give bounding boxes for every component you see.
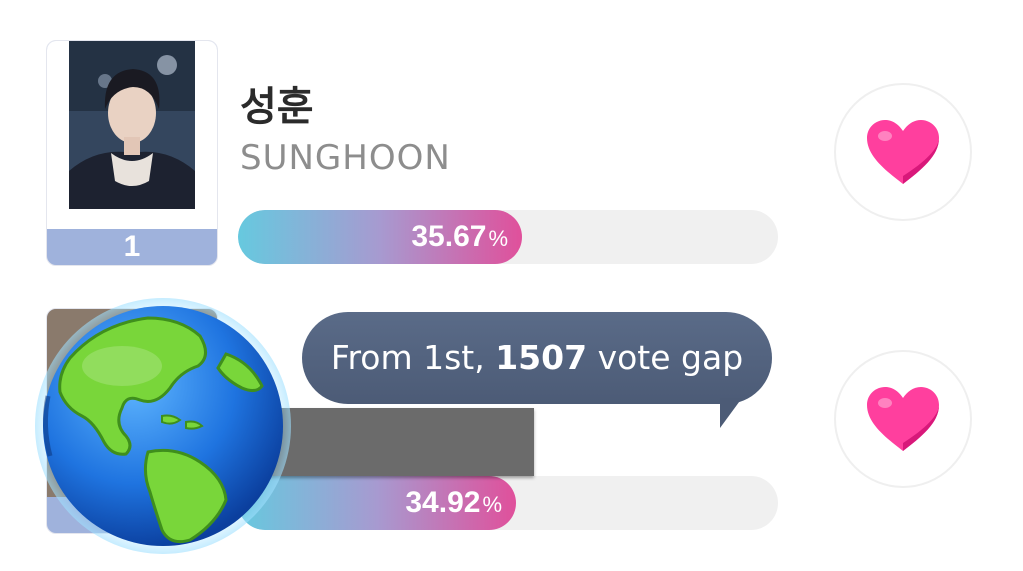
vote-gap-count: 1507 (495, 338, 588, 377)
heart-icon (867, 120, 939, 184)
tooltip-tail (720, 398, 742, 428)
tooltip-prefix: From 1st, (330, 338, 496, 377)
vote-share-bar: 34.92% (238, 476, 778, 530)
ranking-entry-1[interactable]: 1 성훈 SUNGHOON 35.67% (0, 0, 1023, 290)
vote-share-bar: 35.67% (238, 210, 778, 264)
vote-share-label: 35.67% (411, 210, 508, 264)
redaction-overlay (266, 408, 534, 476)
vote-share-fill: 35.67% (238, 210, 522, 264)
artist-name-english: SUNGHOON (240, 138, 451, 178)
vote-button[interactable] (834, 350, 972, 488)
globe-icon (35, 298, 291, 554)
artist-name-korean: 성훈 (240, 85, 314, 129)
artist-photo (47, 41, 217, 229)
artist-thumbnail[interactable]: 1 (46, 40, 218, 266)
tooltip-suffix: vote gap (587, 338, 744, 377)
percent-unit: % (488, 226, 508, 251)
vote-share-value: 34.92 (405, 486, 481, 519)
vote-gap-tooltip: From 1st, 1507 vote gap (302, 312, 772, 428)
vote-share-label: 34.92% (405, 476, 502, 530)
percent-unit: % (482, 492, 502, 517)
heart-icon (867, 387, 939, 451)
vote-share-value: 35.67 (411, 220, 487, 253)
rank-number: 1 (123, 230, 141, 263)
vote-button[interactable] (834, 83, 972, 221)
